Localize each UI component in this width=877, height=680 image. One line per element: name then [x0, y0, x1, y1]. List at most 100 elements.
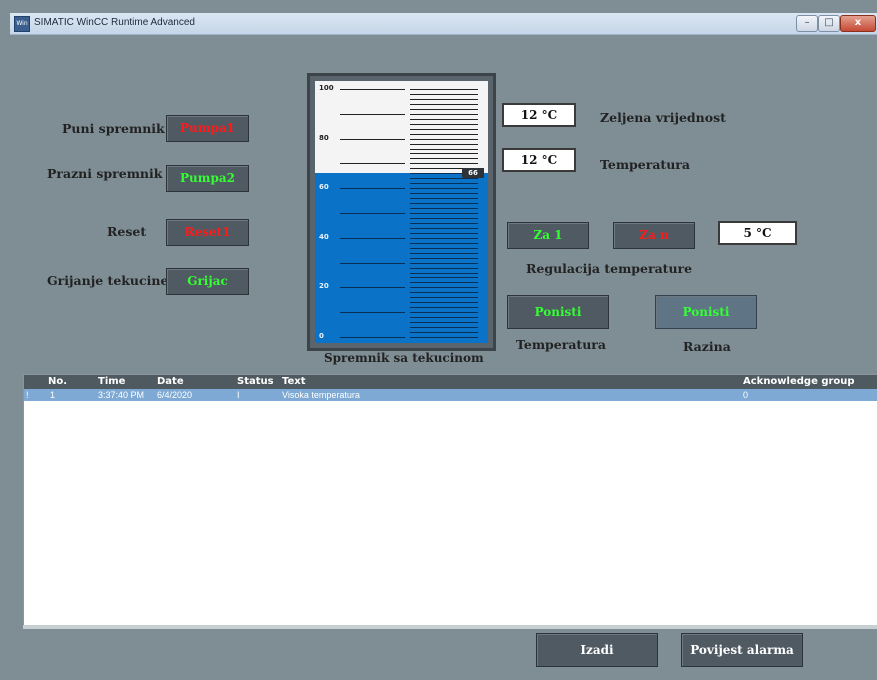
scale-minor-tick — [410, 332, 478, 334]
scale-minor-tick — [410, 337, 478, 338]
minimize-button[interactable]: – — [796, 15, 818, 32]
scale-minor-tick — [410, 242, 478, 244]
alarm-marker: ! — [26, 390, 29, 400]
scale-minor-tick — [410, 138, 478, 140]
scale-minor-tick — [410, 163, 478, 165]
scale-minor-tick — [410, 128, 478, 130]
scale-minor-tick — [410, 317, 478, 319]
scale-minor-tick — [410, 148, 478, 150]
alarm-ack-group: 0 — [743, 390, 749, 400]
scale-minor-tick — [410, 183, 478, 185]
alarm-status: I — [237, 390, 240, 400]
scale-minor-tick — [410, 267, 478, 269]
tank-level-indicator: 66 — [462, 168, 484, 179]
scale-minor-tick — [410, 307, 478, 309]
scale-minor-tick — [410, 287, 478, 289]
scale-minor-tick — [410, 178, 478, 180]
tank-bar-gauge: 100 80 60 40 20 0 66 — [307, 73, 496, 351]
column-date[interactable]: Date — [157, 376, 184, 387]
alarm-view: No. Time Date Status Text Acknowledge gr… — [23, 374, 877, 627]
alarm-row[interactable]: ! 1 3:37:40 PM 6/4/2020 I Visoka tempera… — [24, 389, 877, 401]
actual-temperature-field: 12 °C — [502, 148, 576, 172]
izadi-button[interactable]: Izadi — [536, 633, 658, 667]
alarm-text: Visoka temperatura — [282, 390, 360, 400]
scale-minor-tick — [410, 213, 478, 214]
scale-minor-tick — [410, 297, 478, 299]
scale-minor-tick — [410, 203, 478, 205]
scale-minor-tick — [410, 227, 478, 229]
scale-minor-tick — [410, 222, 478, 224]
wincc-icon: Win — [14, 16, 30, 32]
scale-major-tick — [340, 138, 405, 140]
regulation-label: Regulacija temperature — [526, 261, 693, 276]
scale-minor-tick — [410, 198, 478, 200]
column-no[interactable]: No. — [48, 376, 67, 387]
scale-label: 60 — [319, 183, 329, 192]
scale-minor-tick — [410, 262, 478, 264]
scale-minor-tick — [410, 327, 478, 329]
scale-label: 0 — [319, 332, 324, 340]
maximize-button[interactable]: □ — [818, 15, 840, 32]
scale-minor-tick — [410, 108, 478, 110]
scale-minor-tick — [410, 232, 478, 234]
temperature-step-field[interactable]: 5 °C — [718, 221, 797, 245]
scale-major-tick — [340, 337, 405, 338]
ponisti-temperature-label: Temperatura — [516, 337, 606, 352]
zan-button[interactable]: Za n — [613, 222, 695, 249]
scale-minor-tick — [410, 247, 478, 249]
ponisti-level-button[interactable]: Ponisti — [655, 295, 757, 329]
scale-major-tick — [340, 163, 405, 165]
scale-minor-tick — [410, 188, 478, 190]
reset-label: Reset — [107, 224, 147, 239]
scale-minor-tick — [410, 98, 478, 100]
scale-minor-tick — [410, 302, 478, 304]
scale-minor-tick — [410, 118, 478, 120]
scale-major-tick — [340, 312, 405, 314]
setpoint-label: Zeljena vrijednost — [600, 110, 726, 125]
scale-minor-tick — [410, 322, 478, 324]
actual-temperature-label: Temperatura — [600, 157, 690, 172]
column-time[interactable]: Time — [98, 376, 125, 387]
column-acknowledge-group[interactable]: Acknowledge group — [743, 376, 855, 387]
alarm-no: 1 — [50, 390, 56, 400]
scale-minor-tick — [410, 133, 478, 135]
scale-minor-tick — [410, 277, 478, 279]
setpoint-value-field[interactable]: 12 °C — [502, 103, 576, 127]
scale-minor-tick — [410, 113, 478, 115]
tank-scale: 100 80 60 40 20 0 66 — [315, 81, 488, 343]
za1-button[interactable]: Za 1 — [507, 222, 589, 249]
prazni-spremnik-label: Prazni spremnik — [47, 166, 163, 181]
scale-minor-tick — [410, 312, 478, 314]
alarm-table-header: No. Time Date Status Text Acknowledge gr… — [24, 375, 877, 389]
scale-minor-tick — [410, 123, 478, 125]
ponisti-temperature-button[interactable]: Ponisti — [507, 295, 609, 329]
reset1-button[interactable]: Reset1 — [166, 219, 249, 246]
hmi-screen: Puni spremnik Pumpa1 Prazni spremnik Pum… — [10, 35, 877, 680]
scale-major-tick — [340, 188, 405, 190]
scale-minor-tick — [410, 89, 478, 90]
scale-minor-tick — [410, 143, 478, 145]
grijac-button[interactable]: Grijac — [166, 268, 249, 295]
scale-minor-tick — [410, 217, 478, 219]
scale-label: 100 — [319, 84, 334, 92]
pumpa2-button[interactable]: Pumpa2 — [166, 165, 249, 192]
scale-label: 80 — [319, 133, 329, 142]
scale-major-tick — [340, 89, 405, 90]
column-status[interactable]: Status — [237, 376, 274, 387]
tank-caption: Spremnik sa tekucinom — [324, 351, 484, 365]
column-text[interactable]: Text — [282, 376, 306, 387]
scale-minor-tick — [410, 272, 478, 274]
scale-minor-tick — [410, 237, 478, 239]
povijest-alarma-button[interactable]: Povijest alarma — [681, 633, 803, 667]
pumpa1-button[interactable]: Pumpa1 — [166, 115, 249, 142]
scale-minor-tick — [410, 257, 478, 259]
close-button[interactable]: x — [840, 15, 876, 32]
scale-minor-tick — [410, 208, 478, 210]
app-window: Win SIMATIC WinCC Runtime Advanced – □ x… — [0, 0, 877, 680]
alarm-view-scrollbar[interactable] — [23, 625, 877, 629]
scale-major-tick — [340, 213, 405, 214]
ponisti-level-label: Razina — [683, 339, 731, 354]
scale-major-tick — [340, 262, 405, 264]
scale-major-tick — [340, 237, 405, 239]
grijanje-tekucine-label: Grijanje tekucine — [47, 273, 169, 288]
